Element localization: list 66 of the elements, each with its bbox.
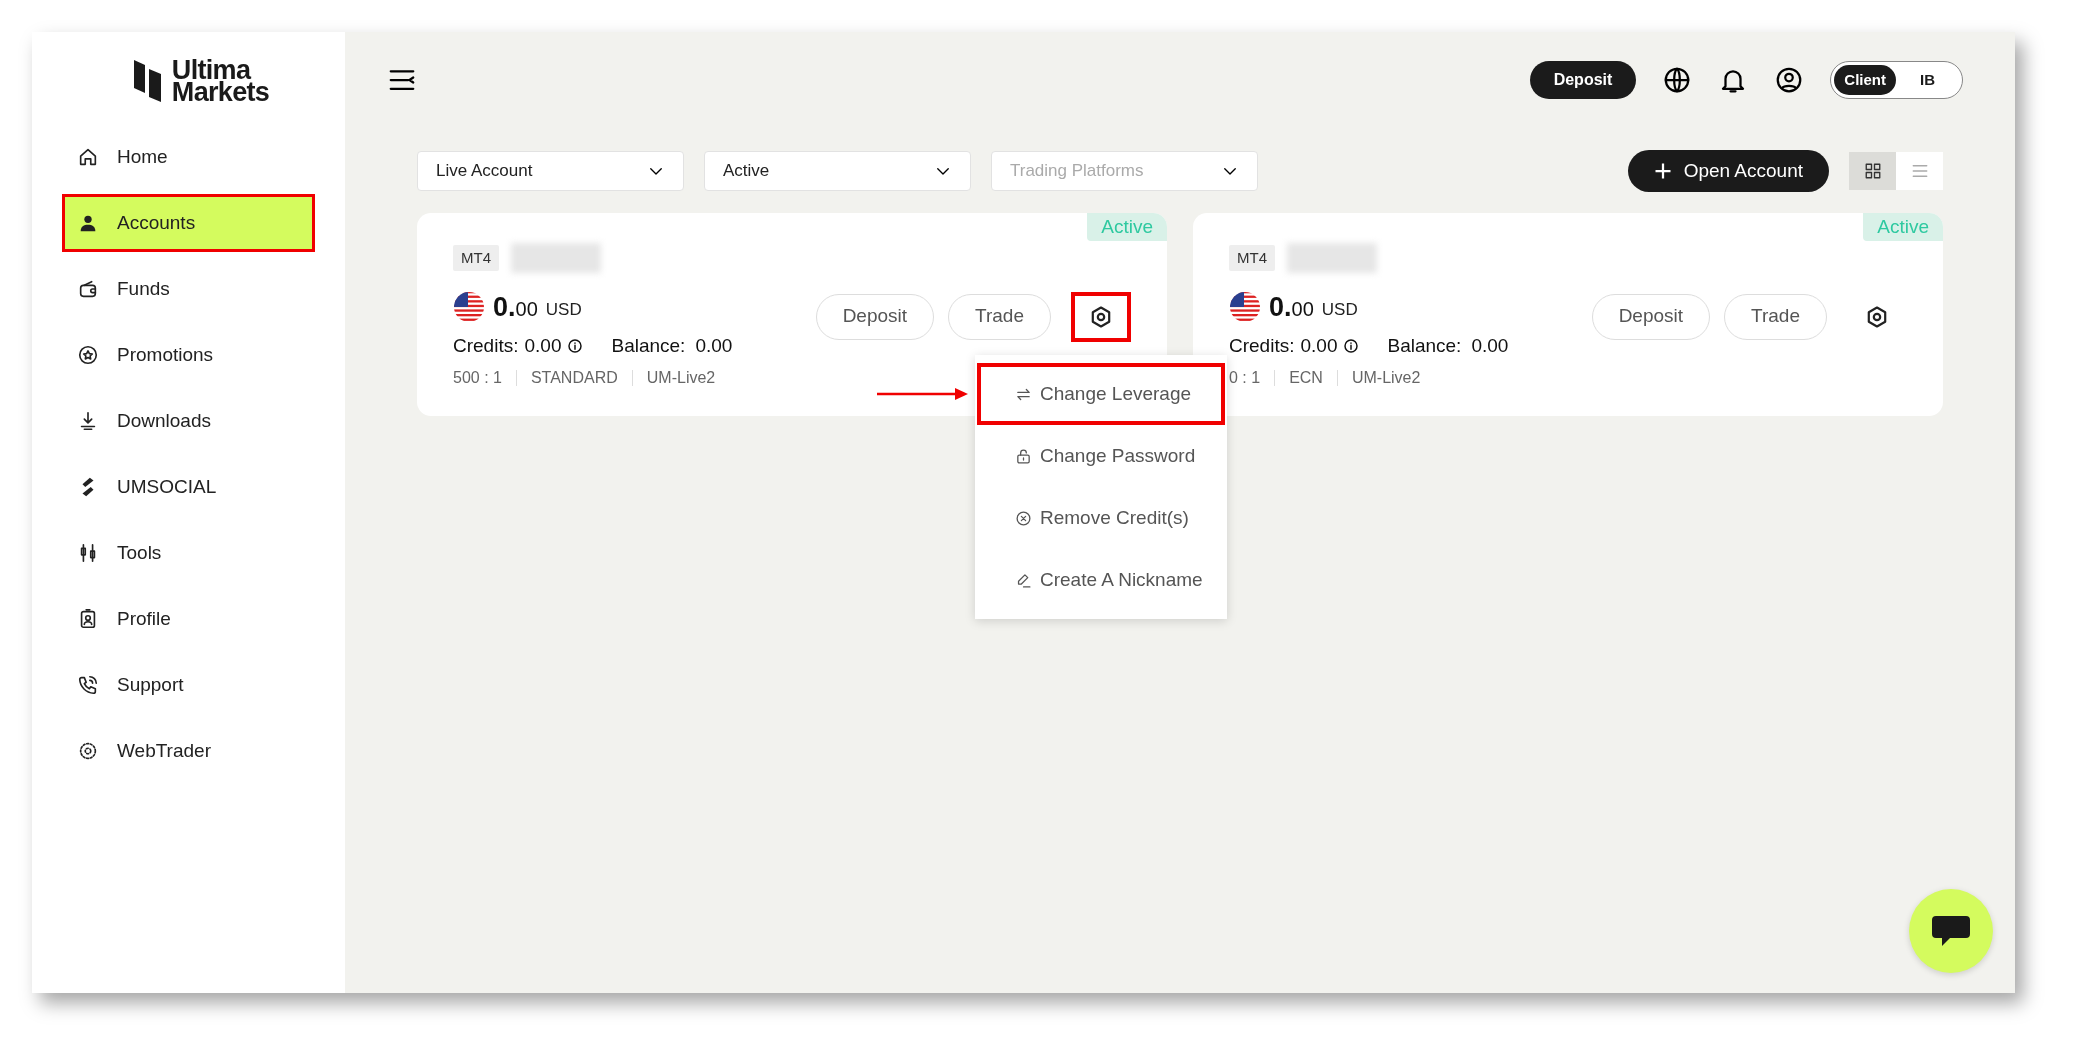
home-icon bbox=[77, 146, 99, 168]
star-badge-icon bbox=[77, 344, 99, 366]
role-tab[interactable]: Client bbox=[1834, 65, 1896, 95]
platform-tag: MT4 bbox=[453, 244, 499, 272]
currency: USD bbox=[545, 298, 582, 321]
filter-select[interactable]: Active bbox=[704, 151, 971, 191]
account-type: STANDARD bbox=[530, 368, 618, 388]
balance-label: Balance: bbox=[611, 333, 686, 358]
credits-value: 0.00 bbox=[524, 333, 562, 358]
filter-select[interactable]: Live Account bbox=[417, 151, 684, 191]
pen-icon bbox=[1015, 571, 1032, 589]
leverage: 0 : 1 bbox=[1229, 368, 1261, 388]
plus-icon bbox=[1653, 162, 1672, 180]
currency: USD bbox=[1321, 298, 1358, 321]
menu-item[interactable]: Remove Credit(s) bbox=[977, 487, 1225, 549]
sidebar-item[interactable]: Home bbox=[62, 128, 315, 186]
balance-amount: 0.00 bbox=[493, 291, 538, 324]
brand-name: Ultima bbox=[171, 59, 252, 81]
status-badge: Active bbox=[1863, 213, 1943, 241]
chat-button[interactable] bbox=[1909, 889, 1993, 973]
settings-icon bbox=[1089, 304, 1113, 329]
credits-value: 0.00 bbox=[1300, 333, 1338, 358]
grid-view-button[interactable] bbox=[1849, 152, 1896, 190]
role-tab[interactable]: IB bbox=[1896, 65, 1959, 95]
menu-item[interactable]: Create A Nickname bbox=[977, 549, 1225, 611]
server-name: UM-Live2 bbox=[646, 368, 716, 388]
sidebar-item[interactable]: Tools bbox=[62, 524, 315, 582]
sidebar-item[interactable]: Support bbox=[62, 656, 315, 714]
balance-value: 0.00 bbox=[695, 333, 733, 358]
us-flag-icon bbox=[1229, 291, 1261, 324]
status-badge: Active bbox=[1087, 213, 1167, 241]
menu-item[interactable]: Change Leverage bbox=[977, 363, 1225, 425]
brand-logo-icon bbox=[131, 58, 164, 104]
platform-tag: MT4 bbox=[1229, 244, 1275, 272]
info-icon[interactable] bbox=[1343, 337, 1360, 354]
us-flag-icon bbox=[453, 291, 485, 324]
close-circle-icon bbox=[1015, 509, 1032, 527]
sidebar-item[interactable]: WebTrader bbox=[62, 722, 315, 780]
deposit-button[interactable]: Deposit bbox=[1529, 61, 1637, 99]
network-icon bbox=[77, 740, 99, 762]
sidebar-item[interactable]: Funds bbox=[62, 260, 315, 318]
balance-amount: 0.00 bbox=[1269, 291, 1314, 324]
account-type: ECN bbox=[1289, 368, 1323, 388]
menu-item[interactable]: Change Password bbox=[977, 425, 1225, 487]
leverage: 500 : 1 bbox=[453, 368, 502, 388]
phone-icon bbox=[77, 674, 99, 696]
chat-bubble-icon bbox=[1930, 914, 1972, 948]
sidebar-item[interactable]: Downloads bbox=[62, 392, 315, 450]
server-name: UM-Live2 bbox=[1351, 368, 1421, 388]
info-icon[interactable] bbox=[567, 337, 584, 354]
wallet-icon bbox=[77, 278, 99, 300]
credits-label: Credits: bbox=[1229, 333, 1295, 358]
sidebar-item[interactable]: Promotions bbox=[62, 326, 315, 384]
balance-label: Balance: bbox=[1387, 333, 1462, 358]
sidebar-item[interactable]: Profile bbox=[62, 590, 315, 648]
grid-icon bbox=[1863, 162, 1882, 180]
list-icon bbox=[1910, 162, 1929, 180]
credits-label: Credits: bbox=[453, 333, 519, 358]
sidebar-item[interactable]: Accounts bbox=[62, 194, 315, 252]
brand-name: Markets bbox=[171, 81, 270, 103]
sidebar-item[interactable]: UMSOCIAL bbox=[62, 458, 315, 516]
settings-button[interactable] bbox=[1071, 291, 1131, 342]
balance-value: 0.00 bbox=[1471, 333, 1509, 358]
settings-icon bbox=[1865, 304, 1889, 329]
open-account-button[interactable]: Open Account bbox=[1627, 150, 1829, 192]
lock-icon bbox=[1015, 447, 1032, 465]
